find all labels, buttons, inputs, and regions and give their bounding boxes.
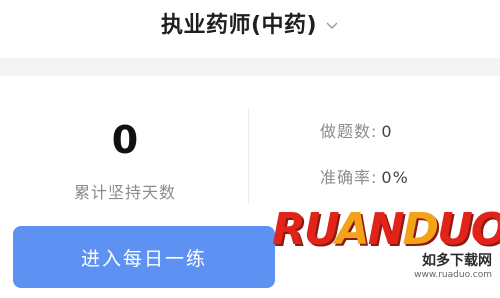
- watermark-url: www.ruaduo.com: [414, 270, 492, 280]
- questions-count: 做题数: 0: [320, 118, 393, 142]
- exam-selector[interactable]: 执业药师(中药): [0, 8, 500, 38]
- header: 执业药师(中药): [0, 0, 500, 58]
- watermark-site-name: 如多下载网: [420, 250, 494, 270]
- questions-count-value: 0: [381, 122, 393, 141]
- questions-count-label: 做题数:: [320, 122, 378, 141]
- stats-panel: 0 累计坚持天数 做题数: 0 准确率: 0%: [0, 76, 500, 216]
- vertical-divider: [248, 108, 249, 204]
- daily-practice-button[interactable]: 进入每日一练: [13, 226, 275, 288]
- watermark-logo: RUANDUO 如多下载网 www.ruaduo.com: [272, 206, 500, 298]
- accuracy-rate: 准确率: 0%: [320, 164, 409, 188]
- chevron-down-icon[interactable]: [325, 17, 339, 31]
- accuracy-rate-label: 准确率:: [320, 168, 378, 187]
- watermark-logo-text: RUANDUO: [272, 204, 500, 255]
- accuracy-rate-value: 0%: [381, 168, 409, 187]
- section-divider: [0, 58, 500, 76]
- streak-days-label: 累计坚持天数: [73, 183, 176, 202]
- page-title[interactable]: 执业药师(中药): [161, 7, 317, 39]
- streak-days-value: 0: [111, 118, 139, 162]
